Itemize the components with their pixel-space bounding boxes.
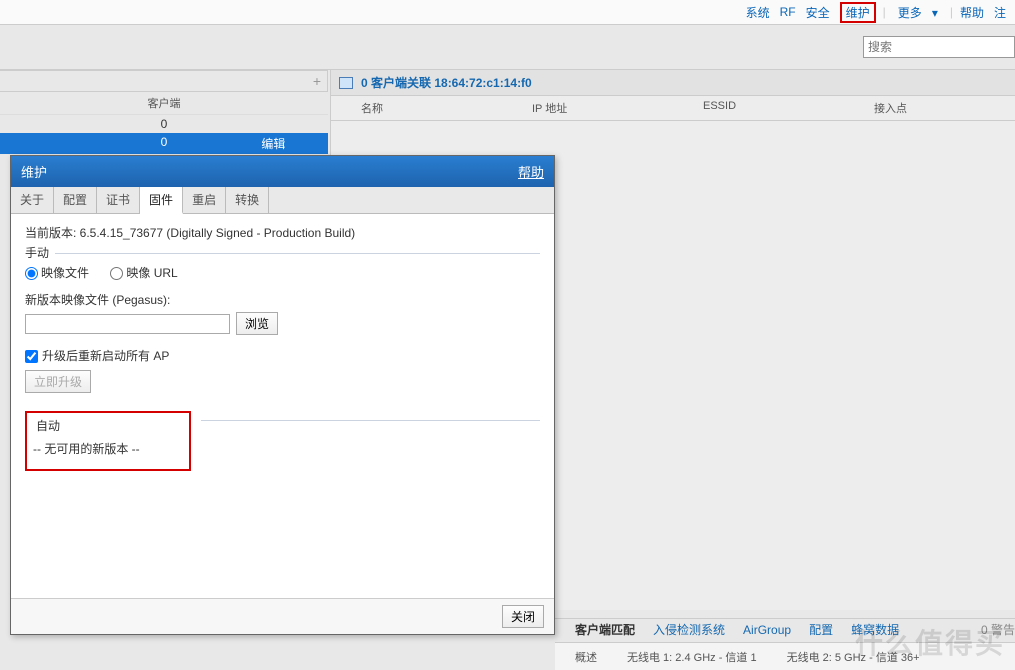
sel-empty xyxy=(0,135,109,152)
manual-legend: 手动 xyxy=(25,244,53,261)
current-version-text: 当前版本: 6.5.4.15_73677 (Digitally Signed -… xyxy=(25,224,540,241)
top-menu-bar: 系统 RF 安全 维护 | 更多▾ | 帮助 注 xyxy=(0,0,1015,25)
tab-client-match[interactable]: 客户端匹配 xyxy=(575,621,635,638)
tab-reboot[interactable]: 重启 xyxy=(183,187,226,213)
dialog-body: 当前版本: 6.5.4.15_73677 (Digitally Signed -… xyxy=(11,214,554,598)
client-assoc-title: 0 客户端关联 18:64:72:c1:14:f0 xyxy=(361,74,532,91)
image-source-radios: 映像文件 映像 URL xyxy=(25,264,540,281)
col-empty xyxy=(0,92,109,114)
radio-image-url-label[interactable]: 映像 URL xyxy=(110,266,177,280)
auto-section: 自动 -- 无可用的新版本 -- xyxy=(25,411,540,471)
auto-highlight-box: 自动 -- 无可用的新版本 -- xyxy=(25,411,191,471)
manual-section: 手动 映像文件 映像 URL 新版本映像文件 (Pegasus): 浏览 升级后… xyxy=(25,253,540,393)
dialog-footer: 关闭 xyxy=(11,598,554,634)
divider-line xyxy=(201,420,540,421)
col-name[interactable]: 名称 xyxy=(331,100,502,116)
left-column-headers: 客户端 xyxy=(0,92,328,115)
bottom-status-bar: 概述 无线电 1: 2.4 GHz - 信道 1 无线电 2: 5 GHz - … xyxy=(555,642,1015,670)
radio-image-file-label[interactable]: 映像文件 xyxy=(25,266,89,280)
col-client-header: 客户端 xyxy=(109,92,218,114)
sel-edit-link[interactable]: 编辑 xyxy=(219,135,328,152)
auto-legend: 自动 xyxy=(33,417,63,434)
browse-button[interactable]: 浏览 xyxy=(236,312,278,335)
bottom-tabs: 客户端匹配 入侵检测系统 AirGroup 配置 蜂窝数据 0 警告 xyxy=(555,618,1015,640)
dialog-titlebar[interactable]: 维护 帮助 xyxy=(11,156,554,187)
search-row xyxy=(0,25,1015,70)
dialog-help-link[interactable]: 帮助 xyxy=(518,162,544,181)
no-version-text: -- 无可用的新版本 -- xyxy=(33,440,179,457)
menu-more[interactable]: 更多▾ xyxy=(893,4,943,21)
menu-rf[interactable]: RF xyxy=(780,5,796,19)
menu-security[interactable]: 安全 xyxy=(806,4,830,21)
status-overview[interactable]: 概述 xyxy=(575,649,597,665)
image-file-row: 浏览 xyxy=(25,312,540,335)
maintenance-dialog: 维护 帮助 关于 配置 证书 固件 重启 转换 当前版本: 6.5.4.15_7… xyxy=(10,155,555,635)
tab-certificate[interactable]: 证书 xyxy=(97,187,140,213)
left-row-selected[interactable]: 0 编辑 xyxy=(0,133,328,154)
tab-hive[interactable]: 蜂窝数据 xyxy=(851,621,899,638)
dialog-title-text: 维护 xyxy=(21,162,47,181)
right-panel-title: 0 客户端关联 18:64:72:c1:14:f0 xyxy=(331,70,1015,96)
upgrade-now-button[interactable]: 立即升级 xyxy=(25,370,91,393)
right-column-headers: 名称 IP 地址 ESSID 接入点 xyxy=(331,96,1015,121)
search-input[interactable] xyxy=(863,36,1015,58)
tab-ids[interactable]: 入侵检测系统 xyxy=(653,621,725,638)
divider-line xyxy=(55,253,540,254)
alert-count[interactable]: 0 警告 xyxy=(981,621,1015,638)
col-ip[interactable]: IP 地址 xyxy=(502,100,673,116)
add-icon[interactable]: + xyxy=(313,73,321,89)
tab-convert[interactable]: 转换 xyxy=(226,187,269,213)
menu-help[interactable]: 帮助 xyxy=(960,4,984,21)
status-radio1: 无线电 1: 2.4 GHz - 信道 1 xyxy=(627,649,757,665)
tab-airgroup[interactable]: AirGroup xyxy=(743,623,791,637)
tab-firmware[interactable]: 固件 xyxy=(140,187,183,214)
menu-system[interactable]: 系统 xyxy=(746,4,770,21)
radio-image-file[interactable] xyxy=(25,267,38,280)
divider: | xyxy=(950,5,953,19)
tab-config[interactable]: 配置 xyxy=(809,621,833,638)
status-radio2: 无线电 2: 5 GHz - 信道 36+ xyxy=(787,649,920,665)
menu-maintenance[interactable]: 维护 xyxy=(840,2,876,23)
reboot-checkbox[interactable] xyxy=(25,350,38,363)
radio-image-url[interactable] xyxy=(110,267,123,280)
chevron-down-icon: ▾ xyxy=(932,6,938,20)
left-panel-header: + xyxy=(0,70,328,92)
dialog-tabs: 关于 配置 证书 固件 重启 转换 xyxy=(11,187,554,214)
tab-about[interactable]: 关于 xyxy=(11,187,54,213)
col-empty2 xyxy=(219,92,328,114)
reboot-checkbox-row: 升级后重新启动所有 AP xyxy=(25,347,540,364)
image-file-input[interactable] xyxy=(25,314,230,334)
monitor-icon xyxy=(339,77,353,89)
divider: | xyxy=(883,5,886,19)
close-button[interactable]: 关闭 xyxy=(502,605,544,628)
col-ap[interactable]: 接入点 xyxy=(844,100,1015,116)
left-row-0[interactable]: 0 xyxy=(0,115,328,133)
tab-configuration[interactable]: 配置 xyxy=(54,187,97,213)
menu-logout[interactable]: 注 xyxy=(994,4,1006,21)
sel-value: 0 xyxy=(109,135,218,152)
image-file-label: 新版本映像文件 (Pegasus): xyxy=(25,291,540,308)
col-essid[interactable]: ESSID xyxy=(673,100,844,116)
reboot-checkbox-label[interactable]: 升级后重新启动所有 AP xyxy=(25,349,169,363)
